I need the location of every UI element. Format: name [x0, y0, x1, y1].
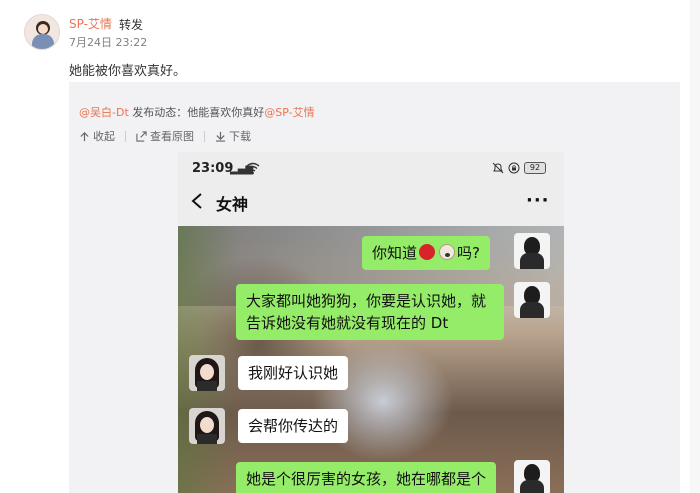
- dog-emoji-icon: [439, 244, 456, 260]
- back-icon: [191, 193, 202, 209]
- wifi-icon: [246, 162, 260, 174]
- my-avatar: [514, 460, 550, 493]
- my-avatar: [514, 233, 550, 269]
- chat-screenshot-image[interactable]: 23:09 ▂▄▆ 92 女神 ··· 你知道 吗? 大家都叫她狗狗，你要是认识…: [178, 152, 564, 493]
- image-toolbar: 收起 查看原图 下载: [79, 127, 251, 145]
- toolbar-divider: [204, 130, 205, 142]
- repost-content: 他能喜欢你真好: [187, 106, 265, 119]
- more-icon: ···: [526, 190, 550, 211]
- weibo-post: SP-艾情 转发 7月24日 23:22 她能被你喜欢真好。 @吴白-Dt 发布…: [0, 0, 700, 493]
- post-text: 她能被你喜欢真好。: [69, 64, 187, 79]
- target-mention[interactable]: @SP-艾情: [264, 106, 314, 119]
- repost-card: @吴白-Dt 发布动态：他能喜欢你真好@SP-艾情 收起 查看原图 下载 23:…: [69, 82, 680, 493]
- phone-status-bar: 23:09 ▂▄▆ 92: [178, 152, 564, 182]
- message-bubble-me: 大家都叫她狗狗，你要是认识她，就 告诉她没有她就没有现在的 Dt: [236, 284, 504, 340]
- alarm-icon: [492, 162, 504, 174]
- message-bubble-me: 你知道 吗?: [362, 236, 490, 270]
- repost-line: @吴白-Dt 发布动态：他能喜欢你真好@SP-艾情: [79, 104, 315, 120]
- author-name[interactable]: SP-艾情: [69, 15, 112, 32]
- chat-title: 女神: [216, 195, 249, 214]
- view-original-label: 查看原图: [150, 130, 194, 143]
- toolbar-divider: [125, 130, 126, 142]
- post-time[interactable]: 7月24日 23:22: [69, 34, 147, 50]
- original-author-mention[interactable]: @吴白-Dt: [79, 106, 129, 119]
- download-icon: [215, 131, 226, 142]
- collapse-button[interactable]: 收起: [79, 128, 115, 144]
- chat-nav-bar: 女神 ···: [178, 182, 564, 222]
- collapse-label: 收起: [93, 130, 115, 143]
- apple-emoji-icon: [419, 244, 436, 260]
- message-bubble-other: 我刚好认识她: [238, 356, 349, 390]
- view-original-icon: [136, 130, 147, 142]
- message-bubble-me: 她是个很厉害的女孩，她在哪都是个: [236, 462, 497, 493]
- my-avatar: [514, 282, 550, 318]
- scrollbar[interactable]: [690, 0, 700, 493]
- download-label: 下载: [229, 130, 251, 143]
- status-time: 23:09: [192, 161, 234, 176]
- collapse-icon: [80, 131, 89, 141]
- publish-label: 发布动态：: [128, 106, 188, 119]
- battery-indicator: 92: [524, 162, 546, 174]
- repost-label: 转发: [119, 18, 144, 32]
- message-bubble-other: 会帮你传达的: [238, 409, 349, 443]
- chat-background: 你知道 吗? 大家都叫她狗狗，你要是认识她，就 告诉她没有她就没有现在的 Dt 我…: [178, 226, 564, 493]
- author-avatar[interactable]: [24, 14, 60, 50]
- contact-avatar: [189, 408, 225, 444]
- download-button[interactable]: 下载: [215, 128, 251, 144]
- view-original-button[interactable]: 查看原图: [136, 128, 194, 144]
- contact-avatar: [189, 355, 225, 391]
- lock-icon: [508, 162, 520, 174]
